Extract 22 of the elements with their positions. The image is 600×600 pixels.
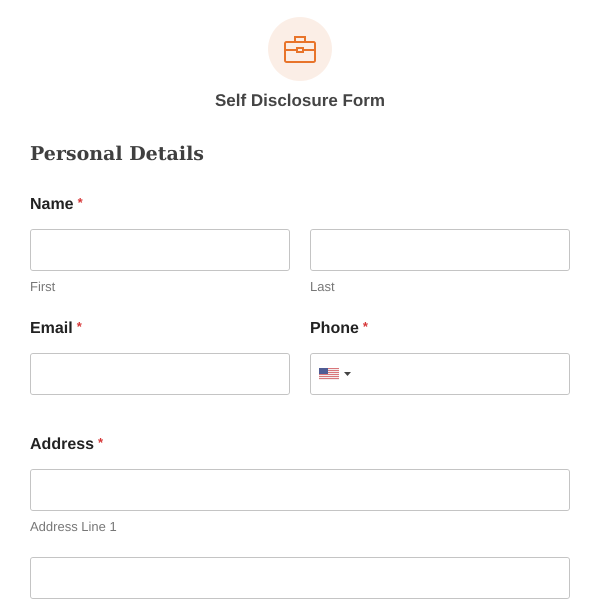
- field-label: Address: [30, 436, 94, 454]
- input-field[interactable]: [310, 229, 570, 271]
- input-field[interactable]: [30, 229, 290, 271]
- input-field[interactable]: [30, 469, 570, 511]
- section-heading: Personal Details: [30, 143, 205, 165]
- flag-icon: [319, 368, 339, 380]
- input-field[interactable]: [30, 557, 570, 599]
- required-mark: *: [76, 319, 82, 334]
- briefcase-icon: [284, 35, 316, 63]
- sublabel: Last: [310, 279, 336, 295]
- phone-field[interactable]: [310, 353, 570, 395]
- field-label: Phone: [310, 320, 359, 338]
- caret-icon: [344, 372, 351, 376]
- field-label: Name: [30, 196, 74, 214]
- input-field[interactable]: [30, 353, 290, 395]
- required-mark: *: [98, 435, 104, 450]
- field-label: Email: [30, 320, 73, 338]
- form-title: Self Disclosure Form: [214, 91, 386, 111]
- sublabel: Address Line 1: [30, 519, 118, 535]
- required-mark: *: [78, 195, 83, 210]
- required-mark: *: [362, 319, 368, 334]
- sublabel: First: [30, 279, 56, 295]
